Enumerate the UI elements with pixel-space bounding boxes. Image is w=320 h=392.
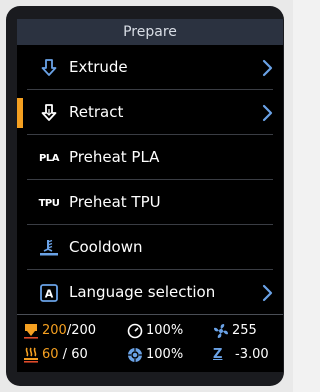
divider: [17, 314, 283, 315]
svg-text:A: A: [45, 288, 54, 301]
hotend-current: 200: [42, 323, 67, 338]
fan-icon: [214, 324, 228, 338]
menu-item-preheat-pla[interactable]: PLA Preheat PLA: [17, 135, 283, 180]
menu-item-label: Preheat PLA: [69, 148, 160, 166]
pla-icon: PLA: [39, 152, 59, 164]
printer-screen: Prepare Extrude Retract PLA Preheat PLA …: [17, 19, 283, 372]
bed-current: 60: [42, 347, 59, 362]
flow-icon: [128, 348, 142, 362]
tpu-icon: TPU: [38, 197, 60, 209]
retract-icon: [37, 102, 61, 124]
menu-item-extrude[interactable]: Extrude: [17, 45, 283, 90]
menu-item-label: Language selection: [69, 283, 216, 301]
menu-item-retract[interactable]: Retract: [17, 90, 283, 135]
hotend-target: /200: [66, 323, 97, 338]
selection-indicator: [17, 98, 23, 128]
cooldown-icon: [37, 237, 61, 259]
status-row-top: 200/200 100% 255: [17, 320, 283, 342]
heated-bed-icon: [24, 347, 38, 363]
hotend-icon: [24, 324, 38, 339]
language-icon: A: [37, 282, 61, 304]
menu-item-label: Retract: [69, 103, 124, 121]
menu-item-label: Cooldown: [69, 238, 143, 256]
extrude-icon: [37, 57, 61, 79]
menu-item-label: Extrude: [69, 58, 128, 76]
page-title: Prepare: [17, 19, 283, 45]
speed-gauge-icon: [127, 323, 143, 339]
status-bar: 200/200 100% 255 60 / 60 100% Z -3.00: [17, 316, 283, 372]
menu-item-label: Preheat TPU: [69, 193, 161, 211]
bed-target: / 60: [58, 347, 88, 362]
chevron-right-icon: [262, 59, 273, 77]
menu-item-language-selection[interactable]: A Language selection: [17, 270, 283, 315]
status-row-bottom: 60 / 60 100% Z -3.00: [17, 344, 283, 366]
menu-item-preheat-tpu[interactable]: TPU Preheat TPU: [17, 180, 283, 225]
chevron-right-icon: [262, 284, 273, 302]
chevron-right-icon: [262, 104, 273, 122]
z-axis-icon: Z: [213, 347, 223, 362]
menu-item-cooldown[interactable]: Cooldown: [17, 225, 283, 270]
